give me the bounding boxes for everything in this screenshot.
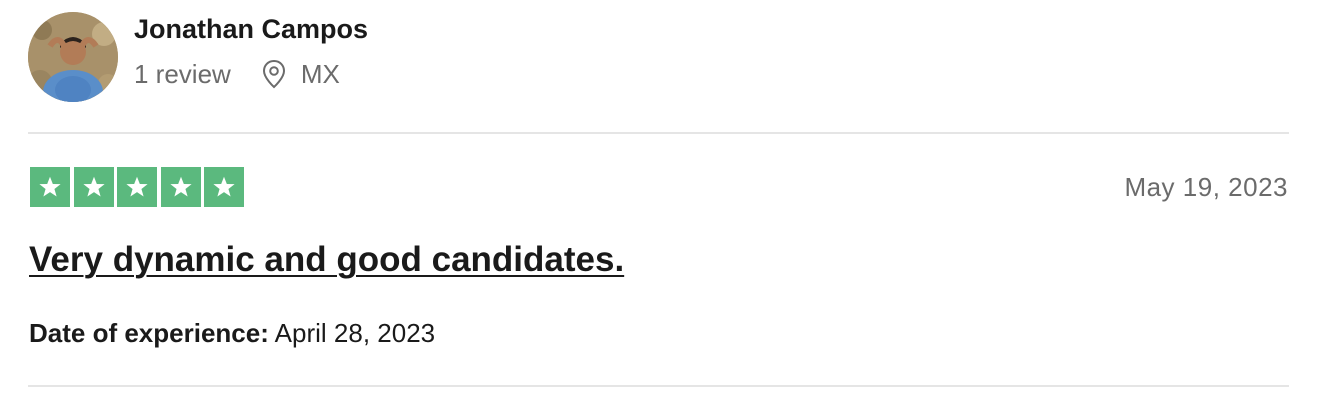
star-icon	[160, 167, 201, 207]
reviewer-meta: 1 review MX	[134, 59, 368, 89]
star-icon	[30, 167, 70, 207]
review-card: Jonathan Campos 1 review MX May 19, 2023…	[0, 0, 1318, 406]
reviewer-location: MX	[261, 59, 340, 89]
review-count: 1 review	[134, 59, 231, 89]
star-rating	[30, 167, 244, 207]
divider	[28, 132, 1289, 134]
reviewer-header: Jonathan Campos 1 review MX	[28, 12, 368, 102]
experience-date: April 28, 2023	[274, 318, 436, 348]
experience-label: Date of experience:	[29, 318, 269, 348]
reviewer-name[interactable]: Jonathan Campos	[134, 13, 368, 45]
star-icon	[117, 167, 157, 207]
date-of-experience: Date of experience: April 28, 2023	[29, 318, 435, 349]
avatar[interactable]	[28, 12, 118, 102]
review-date: May 19, 2023	[1124, 172, 1288, 202]
star-icon	[73, 167, 114, 207]
divider	[28, 385, 1289, 387]
avatar-photo	[28, 12, 118, 102]
star-icon	[204, 167, 244, 207]
review-title[interactable]: Very dynamic and good candidates.	[29, 240, 624, 280]
reviewer-info: Jonathan Campos 1 review MX	[134, 14, 368, 89]
map-pin-icon	[261, 59, 287, 89]
location-label: MX	[300, 59, 340, 89]
